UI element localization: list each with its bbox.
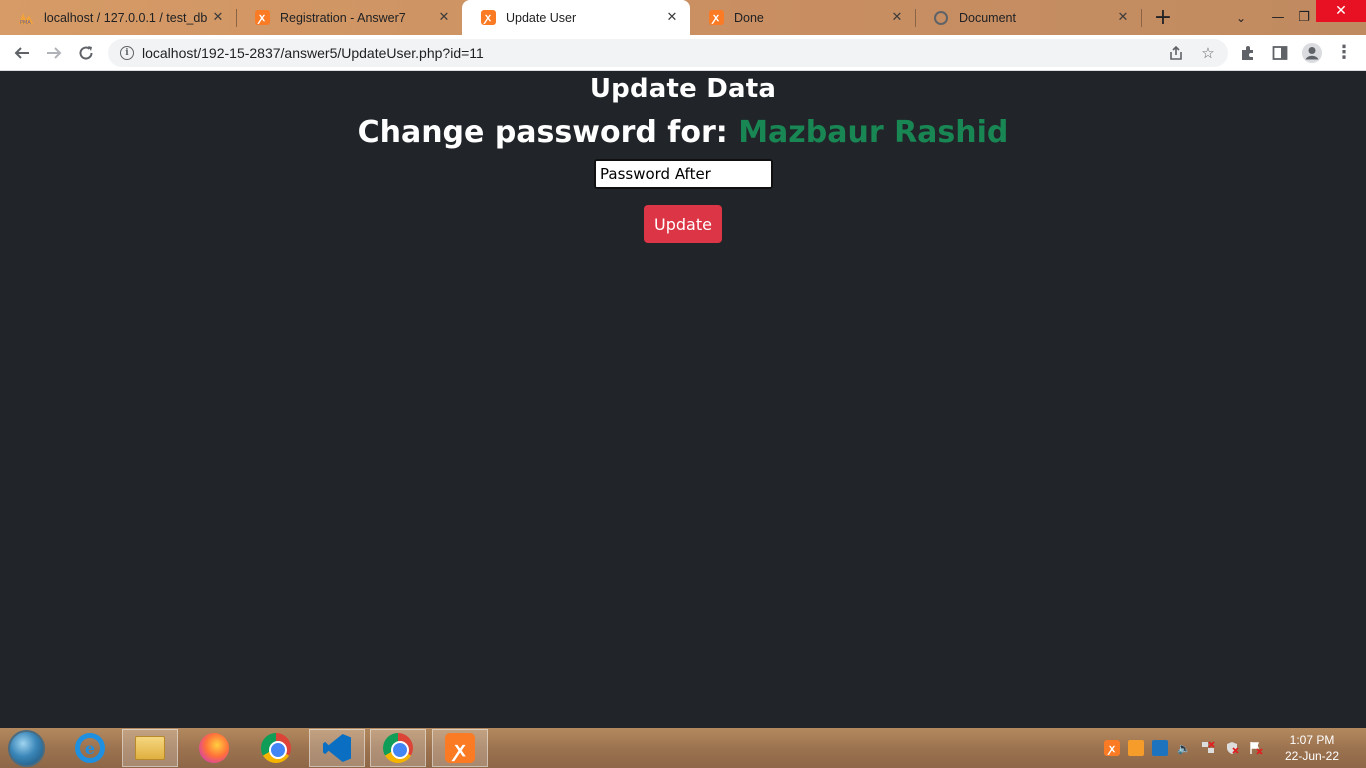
clock-date: 22-Jun-22 <box>1284 749 1340 763</box>
reload-button[interactable] <box>72 39 100 67</box>
phpmyadmin-icon: PMA <box>18 10 34 26</box>
forward-button[interactable] <box>40 39 68 67</box>
browser-toolbar: i localhost/192-15-2837/answer5/UpdateUs… <box>0 35 1366 71</box>
app-tray-icon[interactable] <box>1128 740 1144 756</box>
clock-time: 1:07 PM <box>1289 733 1335 747</box>
change-password-heading: Change password for: Mazbaur Rashid <box>0 115 1366 150</box>
tab-strip: PMA localhost / 127.0.0.1 / test_db / ✕ … <box>0 0 1366 35</box>
tab-done[interactable]: ꭗ Done ✕ <box>690 0 915 35</box>
close-icon[interactable]: ✕ <box>1115 10 1131 25</box>
xampp-icon: ꭗ <box>254 10 270 26</box>
share-icon[interactable] <box>1164 39 1188 67</box>
chevron-down-icon: ⌄ <box>1235 10 1247 25</box>
taskbar-firefox[interactable] <box>186 729 242 767</box>
address-bar[interactable]: i localhost/192-15-2837/answer5/UpdateUs… <box>108 39 1228 67</box>
action-center-icon[interactable] <box>1248 740 1264 756</box>
chrome-icon <box>383 733 413 763</box>
tab-search-button[interactable]: ⌄ <box>1230 0 1252 35</box>
taskbar-vscode[interactable] <box>309 729 365 767</box>
close-icon[interactable]: ✕ <box>889 10 905 25</box>
vscode-icon <box>323 734 351 762</box>
page-content: Update Data Change password for: Mazbaur… <box>0 71 1366 728</box>
arrow-right-icon <box>47 47 62 59</box>
info-icon[interactable]: i <box>120 46 134 60</box>
tab-phpmyadmin[interactable]: PMA localhost / 127.0.0.1 / test_db / ✕ <box>0 0 236 35</box>
user-name: Mazbaur Rashid <box>738 115 1009 150</box>
taskbar-xampp[interactable]: ꭗ <box>432 729 488 767</box>
side-panel-icon <box>1272 46 1288 60</box>
start-button[interactable] <box>8 730 45 767</box>
security-icon[interactable] <box>1224 740 1240 756</box>
xampp-icon: ꭗ <box>708 10 724 26</box>
tab-registration[interactable]: ꭗ Registration - Answer7 ✕ <box>236 0 462 35</box>
back-button[interactable] <box>8 39 36 67</box>
menu-button[interactable]: ⋮ <box>1330 39 1358 67</box>
globe-icon <box>933 10 949 26</box>
network-icon[interactable] <box>1200 740 1216 756</box>
taskbar: e ꭗ ꭗ 🔈 1:07 PM 22-Jun-22 <box>0 728 1366 768</box>
close-icon[interactable]: ✕ <box>436 10 452 25</box>
plus-icon: + <box>1153 5 1173 30</box>
puzzle-icon <box>1242 46 1253 60</box>
page-title: Update Data <box>589 74 777 104</box>
clock[interactable]: 1:07 PM 22-Jun-22 <box>1276 732 1348 764</box>
chrome-icon <box>261 733 291 763</box>
more-vert-icon: ⋮ <box>1335 42 1353 63</box>
xampp-icon: ꭗ <box>445 733 475 763</box>
change-password-label: Change password for: <box>357 115 739 150</box>
taskbar-internet-explorer[interactable]: e <box>62 729 118 767</box>
close-icon[interactable]: ✕ <box>210 10 226 25</box>
firefox-icon <box>199 733 229 763</box>
xampp-tray-icon[interactable]: ꭗ <box>1104 740 1120 756</box>
password-input[interactable] <box>594 159 773 189</box>
internet-explorer-icon: e <box>75 733 105 763</box>
star-icon[interactable]: ☆ <box>1196 39 1220 67</box>
close-icon[interactable]: ✕ <box>664 10 680 25</box>
xampp-icon: ꭗ <box>480 10 496 26</box>
side-panel-button[interactable] <box>1266 39 1294 67</box>
minimize-button[interactable]: — <box>1265 0 1291 35</box>
restore-button[interactable]: ❐ <box>1291 0 1317 35</box>
avatar-icon <box>1302 43 1322 63</box>
arrow-left-icon <box>14 47 29 59</box>
new-tab-button[interactable]: + <box>1150 0 1176 35</box>
close-icon: ✕ <box>1335 3 1347 19</box>
reload-icon <box>79 46 93 60</box>
taskbar-file-explorer[interactable] <box>122 729 178 767</box>
profile-button[interactable] <box>1298 39 1326 67</box>
update-button[interactable]: Update <box>644 205 722 243</box>
extensions-button[interactable] <box>1234 39 1262 67</box>
taskbar-chrome[interactable] <box>248 729 304 767</box>
window-close-button[interactable]: ✕ <box>1316 0 1366 22</box>
svg-text:PMA: PMA <box>20 20 31 25</box>
url-text: localhost/192-15-2837/answer5/UpdateUser… <box>142 45 484 61</box>
tab-update-user[interactable]: ꭗ Update User ✕ <box>462 0 690 35</box>
volume-icon[interactable]: 🔈 <box>1176 740 1192 756</box>
tab-separator <box>1141 9 1142 27</box>
taskbar-chrome-active[interactable] <box>370 729 426 767</box>
file-explorer-icon <box>135 736 165 760</box>
tab-document[interactable]: Document ✕ <box>915 0 1141 35</box>
network-manager-tray-icon[interactable] <box>1152 740 1168 756</box>
